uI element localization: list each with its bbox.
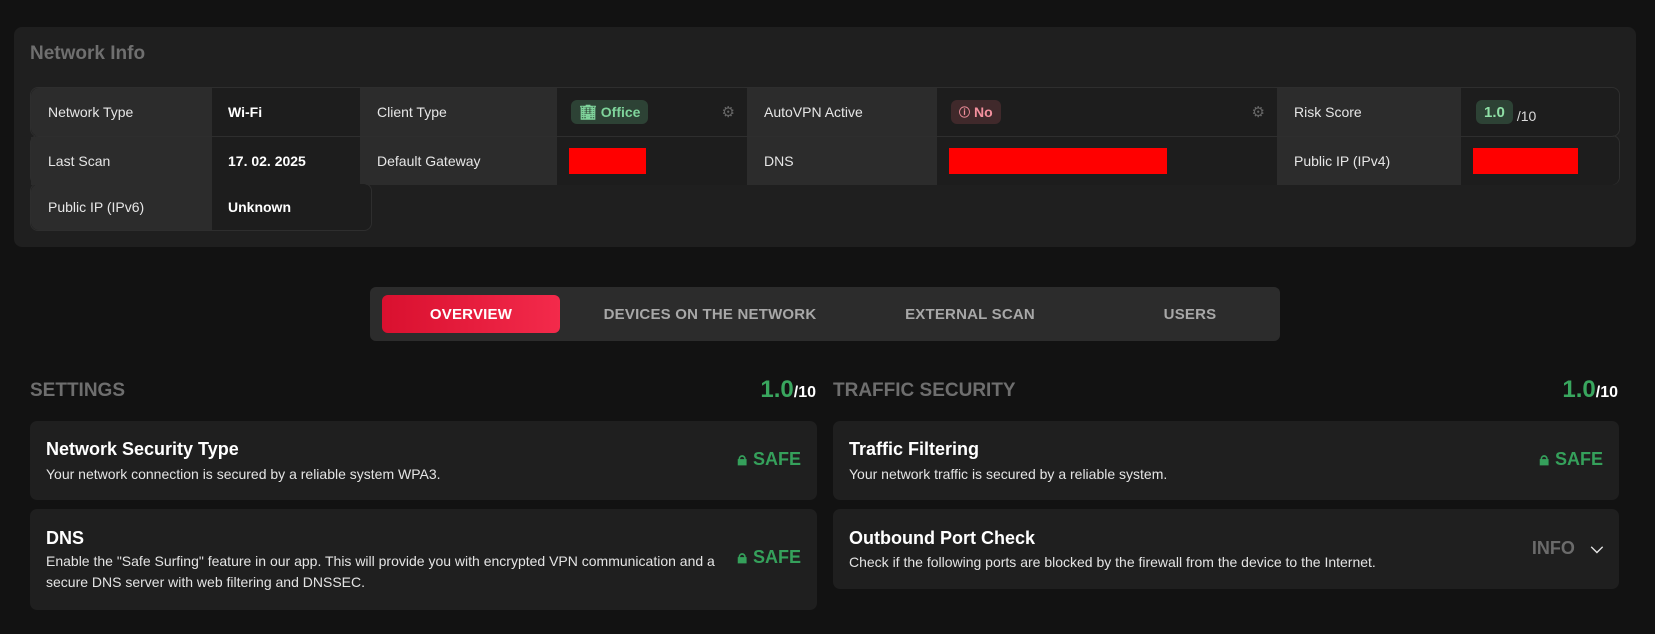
settings-section-title: SETTINGS — [30, 380, 126, 401]
public-ipv6-label: Public IP (IPv6) — [31, 184, 213, 230]
dns-value — [937, 137, 1277, 185]
autovpn-label: AutoVPN Active — [747, 88, 937, 136]
autovpn-text: No — [974, 104, 993, 120]
network-info-panel: Network Info Network Type Wi-Fi Client T… — [14, 27, 1636, 247]
traffic-score-max: /10 — [1595, 384, 1618, 401]
lock-icon: 🔒︎ — [1539, 449, 1549, 469]
risk-score-value: 1.0 /10 — [1461, 88, 1619, 136]
status-badge: 🔒︎ SAFE — [737, 449, 801, 470]
info-circle-icon: ⓘ — [959, 107, 970, 119]
network-type-label: Network Type — [31, 88, 213, 136]
card-title: Outbound Port Check — [849, 528, 1035, 548]
settings-card-dns[interactable]: DNS Enable the "Safe Surfing" feature in… — [30, 509, 817, 610]
network-info-title: Network Info — [30, 43, 146, 64]
settings-score-value: 1.0 — [760, 376, 794, 403]
card-description: Your network traffic is secured by a rel… — [849, 466, 1168, 482]
card-title: Traffic Filtering — [849, 439, 980, 459]
client-type-value: 🏢︎ Office ⚙ — [557, 88, 747, 136]
client-type-text: Office — [600, 104, 641, 120]
settings-card-network-security-type[interactable]: Network Security Type Your network conne… — [30, 421, 817, 500]
card-description: Your network connection is secured by a … — [46, 466, 441, 482]
client-type-settings-gear-icon[interactable]: ⚙ — [722, 103, 735, 121]
traffic-section-title: TRAFFIC SECURITY — [833, 380, 1016, 401]
traffic-score-value: 1.0 — [1562, 376, 1596, 403]
status-badge: 🔒︎ SAFE — [1539, 449, 1603, 470]
public-ipv4-redaction — [1473, 148, 1578, 174]
autovpn-settings-gear-icon[interactable]: ⚙ — [1252, 103, 1265, 121]
traffic-card-outbound-port-check[interactable]: Outbound Port Check Check if the followi… — [833, 509, 1619, 589]
last-scan-value: 17. 02. 2025 — [212, 137, 360, 185]
traffic-card-traffic-filtering[interactable]: Traffic Filtering Your network traffic i… — [833, 421, 1619, 500]
chevron-down-icon[interactable]: ⌵ — [1591, 540, 1603, 558]
risk-score-max: /10 — [1516, 108, 1537, 124]
risk-score-badge: 1.0 — [1476, 100, 1513, 124]
status-text: SAFE — [752, 547, 801, 567]
tab-devices-on-the-network[interactable]: DEVICES ON THE NETWORK — [580, 295, 840, 333]
settings-score-max: /10 — [793, 384, 816, 401]
building-icon: 🏢︎ — [579, 103, 597, 120]
traffic-score: 1.0/10 — [1562, 376, 1618, 404]
status-text: INFO — [1531, 538, 1575, 558]
tab-bar: OVERVIEW DEVICES ON THE NETWORK EXTERNAL… — [370, 287, 1280, 341]
status-text: SAFE — [1554, 449, 1603, 469]
card-description: Enable the "Safe Surfing" feature in our… — [46, 553, 715, 590]
tab-external-scan[interactable]: EXTERNAL SCAN — [890, 295, 1050, 333]
settings-score: 1.0/10 — [760, 376, 816, 404]
tab-users[interactable]: USERS — [1150, 295, 1230, 333]
default-gateway-label: Default Gateway — [360, 137, 557, 185]
tab-overview[interactable]: OVERVIEW — [382, 295, 560, 333]
autovpn-value: ⓘ No ⚙ — [937, 88, 1277, 136]
risk-score-label: Risk Score — [1277, 88, 1461, 136]
status-badge[interactable]: INFO ⌵ — [1532, 538, 1603, 559]
card-title: DNS — [46, 528, 85, 548]
default-gateway-redaction — [569, 148, 646, 174]
autovpn-badge: ⓘ No — [951, 100, 1001, 124]
public-ipv6-value: Unknown — [212, 184, 371, 230]
public-ipv4-label: Public IP (IPv4) — [1277, 137, 1461, 185]
dns-label: DNS — [747, 137, 937, 185]
lock-icon: 🔒︎ — [737, 449, 747, 469]
client-type-label: Client Type — [360, 88, 557, 136]
card-title: Network Security Type — [46, 439, 239, 459]
lock-icon: 🔒︎ — [737, 547, 747, 567]
last-scan-label: Last Scan — [31, 137, 213, 185]
client-type-badge: 🏢︎ Office — [571, 100, 649, 124]
network-type-value: Wi-Fi — [212, 88, 360, 136]
dns-redaction — [949, 148, 1167, 174]
status-text: SAFE — [752, 449, 801, 469]
card-description: Check if the following ports are blocked… — [849, 554, 1376, 570]
status-badge: 🔒︎ SAFE — [737, 547, 801, 568]
default-gateway-value — [557, 137, 747, 185]
public-ipv4-value — [1461, 137, 1619, 185]
